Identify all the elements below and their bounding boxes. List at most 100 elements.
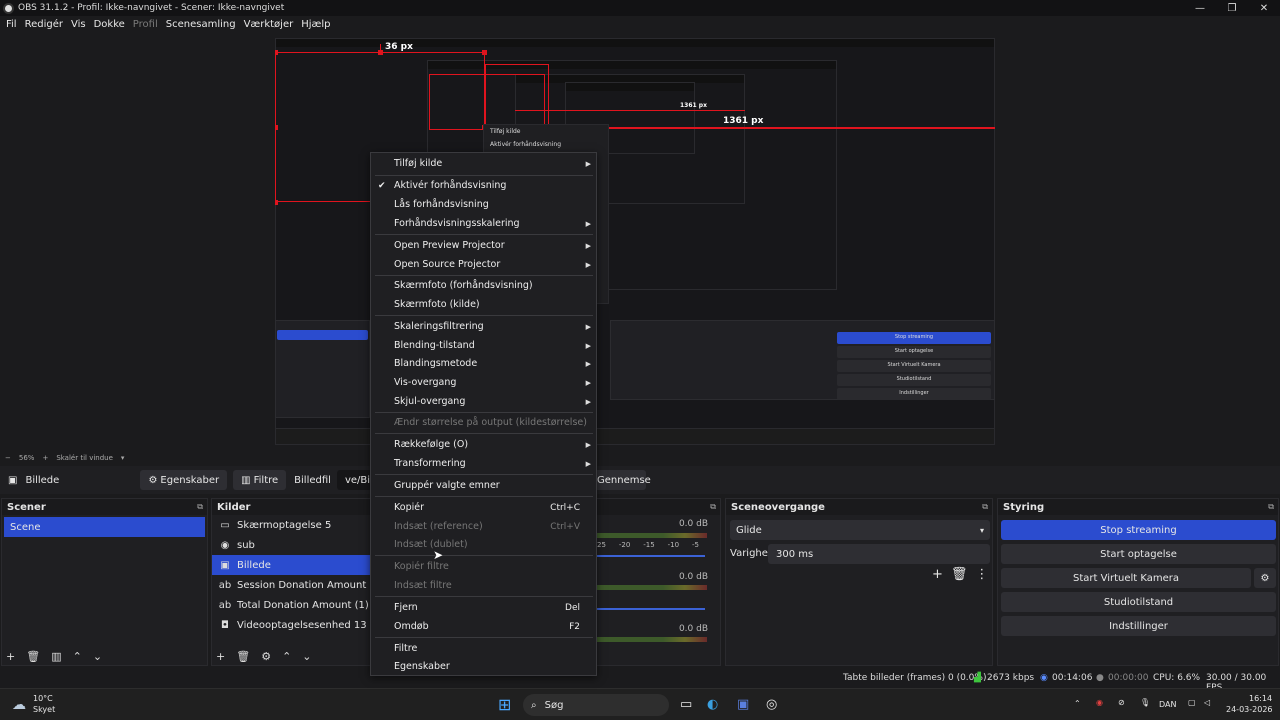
zoom-in-button[interactable]: + <box>42 454 48 462</box>
more-icon[interactable]: ⋮ <box>975 567 988 582</box>
obs-tray-icon[interactable]: ◉ <box>1096 698 1103 707</box>
gear-icon[interactable]: ⚙ <box>261 650 271 663</box>
menu-item-copy[interactable]: Kopiér Ctrl+C <box>371 498 596 517</box>
undock-icon[interactable]: ⧉ <box>197 502 203 512</box>
menu-item-scale-filtering[interactable]: Skaleringsfiltrering ▶ <box>371 317 596 336</box>
add-icon[interactable]: + <box>6 650 15 663</box>
trash-icon[interactable]: 🗑 <box>26 650 40 663</box>
undock-icon[interactable]: ⧉ <box>982 502 988 512</box>
volume-slider[interactable] <box>597 555 705 557</box>
trash-icon[interactable]: 🗑 <box>951 567 968 582</box>
menu-item-blending-mode[interactable]: Blending-tilstand ▶ <box>371 336 596 355</box>
search-box[interactable]: ⌕ Søg <box>523 694 669 716</box>
menu-rediger[interactable]: Redigér <box>25 19 63 30</box>
clock-date[interactable]: 24-03-2026 <box>1226 705 1273 714</box>
network-icon[interactable]: ▢ <box>1188 698 1196 707</box>
menu-fil[interactable]: Fil <box>6 19 17 30</box>
chevron-up-icon[interactable]: ⌃ <box>1074 699 1081 708</box>
properties-button[interactable]: ⚙ Egenskaber <box>140 470 228 490</box>
chevron-right-icon: ▶ <box>585 219 591 228</box>
source-item[interactable]: ab Session Donation Amount <box>212 575 370 595</box>
zoom-out-button[interactable]: − <box>5 454 11 462</box>
maximize-button[interactable]: ❐ <box>1216 0 1248 16</box>
menu-item-screenshot-preview[interactable]: Skærmfoto (forhåndsvisning) <box>371 276 596 295</box>
menu-item-source-projector[interactable]: Open Source Projector ▶ <box>371 255 596 274</box>
nested-menu-item: Tilføj kilde <box>490 128 521 135</box>
volume-slider[interactable] <box>597 608 705 610</box>
menu-item-rename[interactable]: Omdøb F2 <box>371 617 596 636</box>
browse-button[interactable]: Gennemse <box>589 470 651 490</box>
virtual-camera-settings-button[interactable]: ⚙ <box>1254 568 1276 588</box>
tray-icon[interactable]: ⊘ <box>1118 698 1125 707</box>
undock-icon[interactable]: ⧉ <box>710 502 716 512</box>
search-label: Søg <box>544 699 564 711</box>
close-button[interactable]: ✕ <box>1248 0 1280 16</box>
menu-item-enable-preview[interactable]: ✔ Aktivér forhåndsvisning <box>371 176 596 195</box>
menu-item-show-transition[interactable]: Vis-overgang ▶ <box>371 373 596 392</box>
resize-handle[interactable] <box>378 50 383 55</box>
start-virtual-camera-button[interactable]: Start Virtuelt Kamera <box>1001 568 1251 588</box>
menu-item-filters[interactable]: Filtre <box>371 639 596 658</box>
chevron-down-icon[interactable]: ⌄ <box>302 650 311 663</box>
resize-handle[interactable] <box>275 50 278 55</box>
menu-item-remove[interactable]: Fjern Del <box>371 598 596 617</box>
task-view-icon[interactable]: ▭ <box>680 697 692 712</box>
resize-handle[interactable] <box>275 125 278 130</box>
clock-time[interactable]: 16:14 <box>1249 694 1272 703</box>
stop-streaming-button[interactable]: Stop streaming <box>1001 520 1276 540</box>
menu-item-preview-projector[interactable]: Open Preview Projector ▶ <box>371 236 596 255</box>
menu-profil[interactable]: Profil <box>133 19 158 30</box>
app-icon[interactable]: ▣ <box>737 697 749 712</box>
filters-button[interactable]: ▥ Filtre <box>233 470 287 490</box>
menu-vis[interactable]: Vis <box>71 19 86 30</box>
chevron-up-icon[interactable]: ⌃ <box>73 650 82 663</box>
transition-select[interactable]: Glide ▾ <box>730 520 990 540</box>
menu-item-blending-method[interactable]: Blandingsmetode ▶ <box>371 354 596 373</box>
scene-item[interactable]: Scene <box>4 517 205 537</box>
microphone-icon[interactable]: 🎙 <box>1140 698 1150 707</box>
start-recording-button[interactable]: Start optagelse <box>1001 544 1276 564</box>
resize-handle[interactable] <box>275 200 278 205</box>
menu-dokke[interactable]: Dokke <box>94 19 125 30</box>
menu-item-hide-transition[interactable]: Skjul-overgang ▶ <box>371 392 596 411</box>
chevron-up-icon[interactable]: ⌃ <box>282 650 291 663</box>
menu-scenesamling[interactable]: Scenesamling <box>166 19 236 30</box>
duration-input[interactable]: 300 ms <box>768 544 990 564</box>
menu-item-add-source[interactable]: Tilføj kilde ▶ <box>371 154 596 173</box>
source-item[interactable]: ab Total Donation Amount (1) <box>212 595 370 615</box>
chevron-down-icon[interactable]: ⌄ <box>93 650 102 663</box>
source-item[interactable]: ▣ Billede <box>212 555 370 575</box>
volume-icon[interactable]: ◁ <box>1204 698 1210 707</box>
menu-item-group[interactable]: Gruppér valgte emner <box>371 476 596 495</box>
nested-scene-row <box>277 330 368 340</box>
resize-handle[interactable] <box>482 50 487 55</box>
trash-icon[interactable]: 🗑 <box>236 650 250 663</box>
source-item[interactable]: ▭ Skærmoptagelse 5 <box>212 515 370 535</box>
add-icon[interactable]: + <box>216 650 225 663</box>
menu-item-preview-scaling[interactable]: Forhåndsvisningsskalering ▶ <box>371 214 596 233</box>
studio-mode-button[interactable]: Studiotilstand <box>1001 592 1276 612</box>
edge-icon[interactable]: ◐ <box>707 697 718 712</box>
controls-dock: Styring ⧉ Stop streaming Start optagelse … <box>997 498 1279 666</box>
menu-item-order[interactable]: Rækkefølge (O) ▶ <box>371 435 596 454</box>
source-item[interactable]: ◘ Videooptagelsesenhed 13 <box>212 615 370 635</box>
filter-icon[interactable]: ▥ <box>51 650 61 663</box>
mixer-dock: ⧉ 0.0 dB 25 -20 -15 -10 -5 0.0 dB 0.0 dB <box>597 498 721 666</box>
windows-start-icon[interactable]: ⊞ <box>498 695 511 714</box>
source-item[interactable]: ◉ sub <box>212 535 370 555</box>
undock-icon[interactable]: ⧉ <box>1268 502 1274 512</box>
menu-item-lock-preview[interactable]: Lås forhåndsvisning <box>371 195 596 214</box>
language[interactable]: DAN <box>1159 700 1176 709</box>
add-icon[interactable]: + <box>932 567 943 582</box>
settings-button[interactable]: Indstillinger <box>1001 616 1276 636</box>
menu-hjaelp[interactable]: Hjælp <box>301 19 330 30</box>
menu-item-screenshot-source[interactable]: Skærmfoto (kilde) <box>371 295 596 314</box>
menu-item-transform[interactable]: Transformering ▶ <box>371 454 596 473</box>
temperature: 10°C <box>33 694 53 703</box>
minimize-button[interactable]: — <box>1184 0 1216 16</box>
menu-item-properties[interactable]: Egenskaber <box>371 657 596 676</box>
scale-mode-dropdown[interactable]: ▾ <box>121 454 125 462</box>
obs-taskbar-icon[interactable]: ◎ <box>766 697 777 712</box>
menu-vaerktojer[interactable]: Værktøjer <box>244 19 294 30</box>
source-label: sub <box>237 539 255 551</box>
